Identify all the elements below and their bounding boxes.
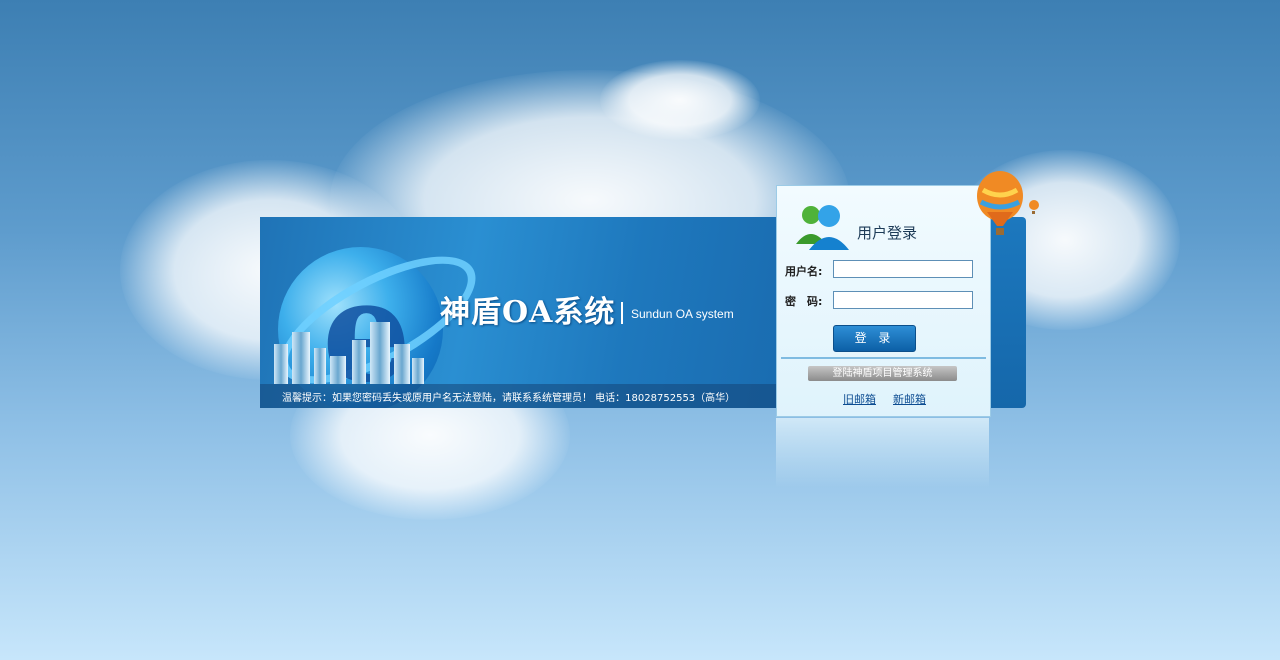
- project-system-button[interactable]: 登陆神盾项目管理系统: [808, 366, 957, 381]
- tip-bar: 温馨提示：如果您密码丢失或原用户名无法登陆，请联系系统管理员！ 电话：18028…: [260, 384, 780, 408]
- title-separator: [621, 302, 623, 324]
- username-input[interactable]: [833, 260, 973, 278]
- banner-right-panel: [988, 217, 1026, 408]
- system-title: 神盾OA系统: [440, 295, 616, 330]
- login-title: 用户登录: [857, 224, 918, 242]
- login-panel: 用户登录 用户名: 密 码: 登 录 登陆神盾项目管理系统 旧邮箱 新邮箱: [776, 185, 991, 417]
- system-banner: e 神盾OA系统 Sundun OA system 温馨提示：如果您密码丢失或原…: [260, 217, 780, 408]
- password-input[interactable]: [833, 291, 973, 309]
- login-divider: [781, 357, 986, 359]
- username-label: 用户名:: [785, 265, 823, 278]
- users-icon: [796, 205, 849, 250]
- login-button[interactable]: 登 录: [833, 325, 916, 352]
- old-mailbox-link[interactable]: 旧邮箱: [843, 391, 876, 407]
- cloud-decoration: [600, 60, 760, 140]
- hot-air-balloon-icon: [977, 171, 1039, 235]
- password-label: 密 码:: [785, 295, 823, 308]
- login-reflection: [776, 418, 989, 488]
- system-subtitle: Sundun OA system: [631, 307, 734, 321]
- new-mailbox-link[interactable]: 新邮箱: [893, 391, 926, 407]
- tip-text: 温馨提示：如果您密码丢失或原用户名无法登陆，请联系系统管理员！ 电话：18028…: [282, 393, 736, 404]
